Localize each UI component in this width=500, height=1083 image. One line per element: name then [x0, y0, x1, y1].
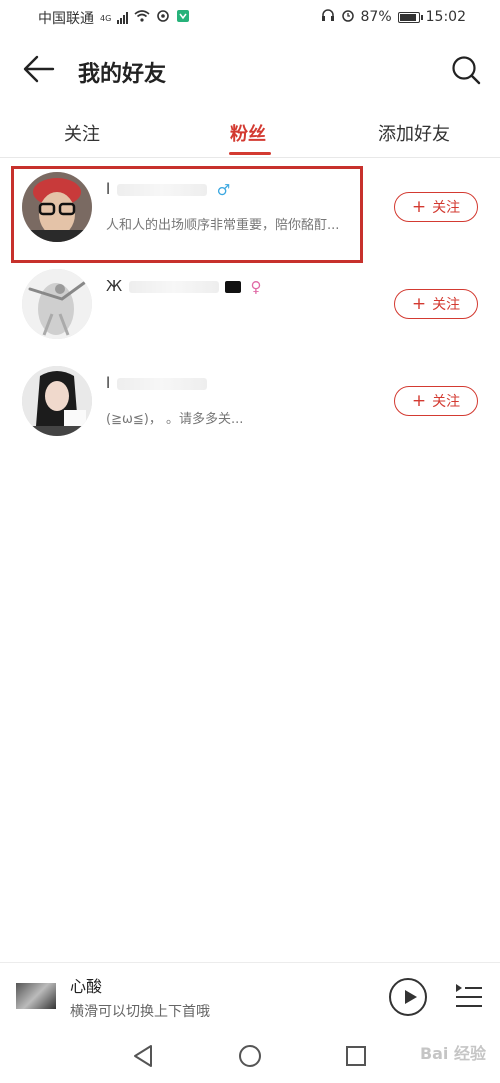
- plus-icon: +: [411, 390, 427, 411]
- list-item[interactable]: Ж ♀ + 关注: [0, 257, 500, 354]
- list-item[interactable]: l (≧ω≦)， 。请多多关... + 关注: [0, 354, 500, 451]
- fan-bio: (≧ω≦)， 。请多多关...: [106, 412, 244, 427]
- headphone-icon: [321, 8, 335, 26]
- app-notification-icon: [176, 9, 190, 27]
- album-cover[interactable]: [16, 983, 56, 1009]
- player-hint: 横滑可以切换上下首哦: [70, 1004, 210, 1020]
- status-bar: 中国联通 4G 87% 15:02: [0, 0, 500, 34]
- tab-following[interactable]: 关注: [64, 120, 100, 146]
- fan-list: l ♂ 人和人的出场顺序非常重要，陪你酩酊... + 关注 Ж ♀ + 关注 l…: [0, 160, 500, 451]
- fan-name: l: [106, 374, 211, 393]
- mini-player[interactable]: 心酸 横滑可以切换上下首哦: [0, 962, 500, 1030]
- avatar[interactable]: [22, 172, 92, 242]
- play-icon[interactable]: [389, 978, 427, 1016]
- follow-button[interactable]: + 关注: [394, 386, 478, 416]
- battery-percent: 87%: [360, 9, 392, 25]
- blurred-text: [116, 377, 207, 390]
- follow-button[interactable]: + 关注: [394, 289, 478, 319]
- clock: 15:02: [425, 9, 466, 25]
- signal-icon: [117, 12, 129, 24]
- nav-back-icon[interactable]: [132, 1044, 154, 1068]
- active-tab-indicator: [229, 152, 271, 155]
- fan-bio: 人和人的出场顺序非常重要，陪你酩酊...: [106, 218, 340, 233]
- wifi-icon: [134, 10, 150, 26]
- alarm-icon: [341, 8, 355, 26]
- playlist-icon[interactable]: [454, 980, 484, 1010]
- blurred-text: [128, 280, 219, 293]
- avatar[interactable]: [22, 366, 92, 436]
- tab-fans[interactable]: 粉丝: [230, 120, 266, 146]
- song-title: 心酸: [70, 977, 103, 996]
- search-icon[interactable]: [450, 54, 482, 86]
- network-type: 4G: [100, 13, 112, 23]
- blurred-text: [116, 183, 207, 196]
- carrier-label: 中国联通: [38, 11, 94, 27]
- system-nav-bar: Bai 经验: [0, 1030, 500, 1083]
- male-icon: ♂: [216, 180, 232, 199]
- back-arrow-icon[interactable]: [22, 54, 56, 84]
- fan-name: Ж ♀: [106, 277, 263, 296]
- tab-add-friends[interactable]: 添加好友: [378, 120, 450, 146]
- plus-icon: +: [411, 293, 427, 314]
- tab-bar: 关注 粉丝 添加好友: [0, 110, 500, 158]
- page-title: 我的好友: [78, 62, 167, 87]
- plus-icon: +: [411, 196, 427, 217]
- fan-name: l ♂: [106, 180, 232, 199]
- watermark: Bai 经验: [419, 1044, 486, 1063]
- follow-button[interactable]: + 关注: [394, 192, 478, 222]
- sync-icon: [156, 9, 170, 27]
- nav-recents-icon[interactable]: [346, 1046, 366, 1066]
- battery-icon: [397, 11, 423, 23]
- header: 我的好友: [0, 40, 500, 100]
- female-icon: ♀: [250, 277, 263, 296]
- list-item[interactable]: l ♂ 人和人的出场顺序非常重要，陪你酩酊... + 关注: [0, 160, 500, 263]
- level-badge: [224, 280, 241, 293]
- avatar[interactable]: [22, 269, 92, 339]
- nav-home-icon[interactable]: [239, 1045, 261, 1067]
